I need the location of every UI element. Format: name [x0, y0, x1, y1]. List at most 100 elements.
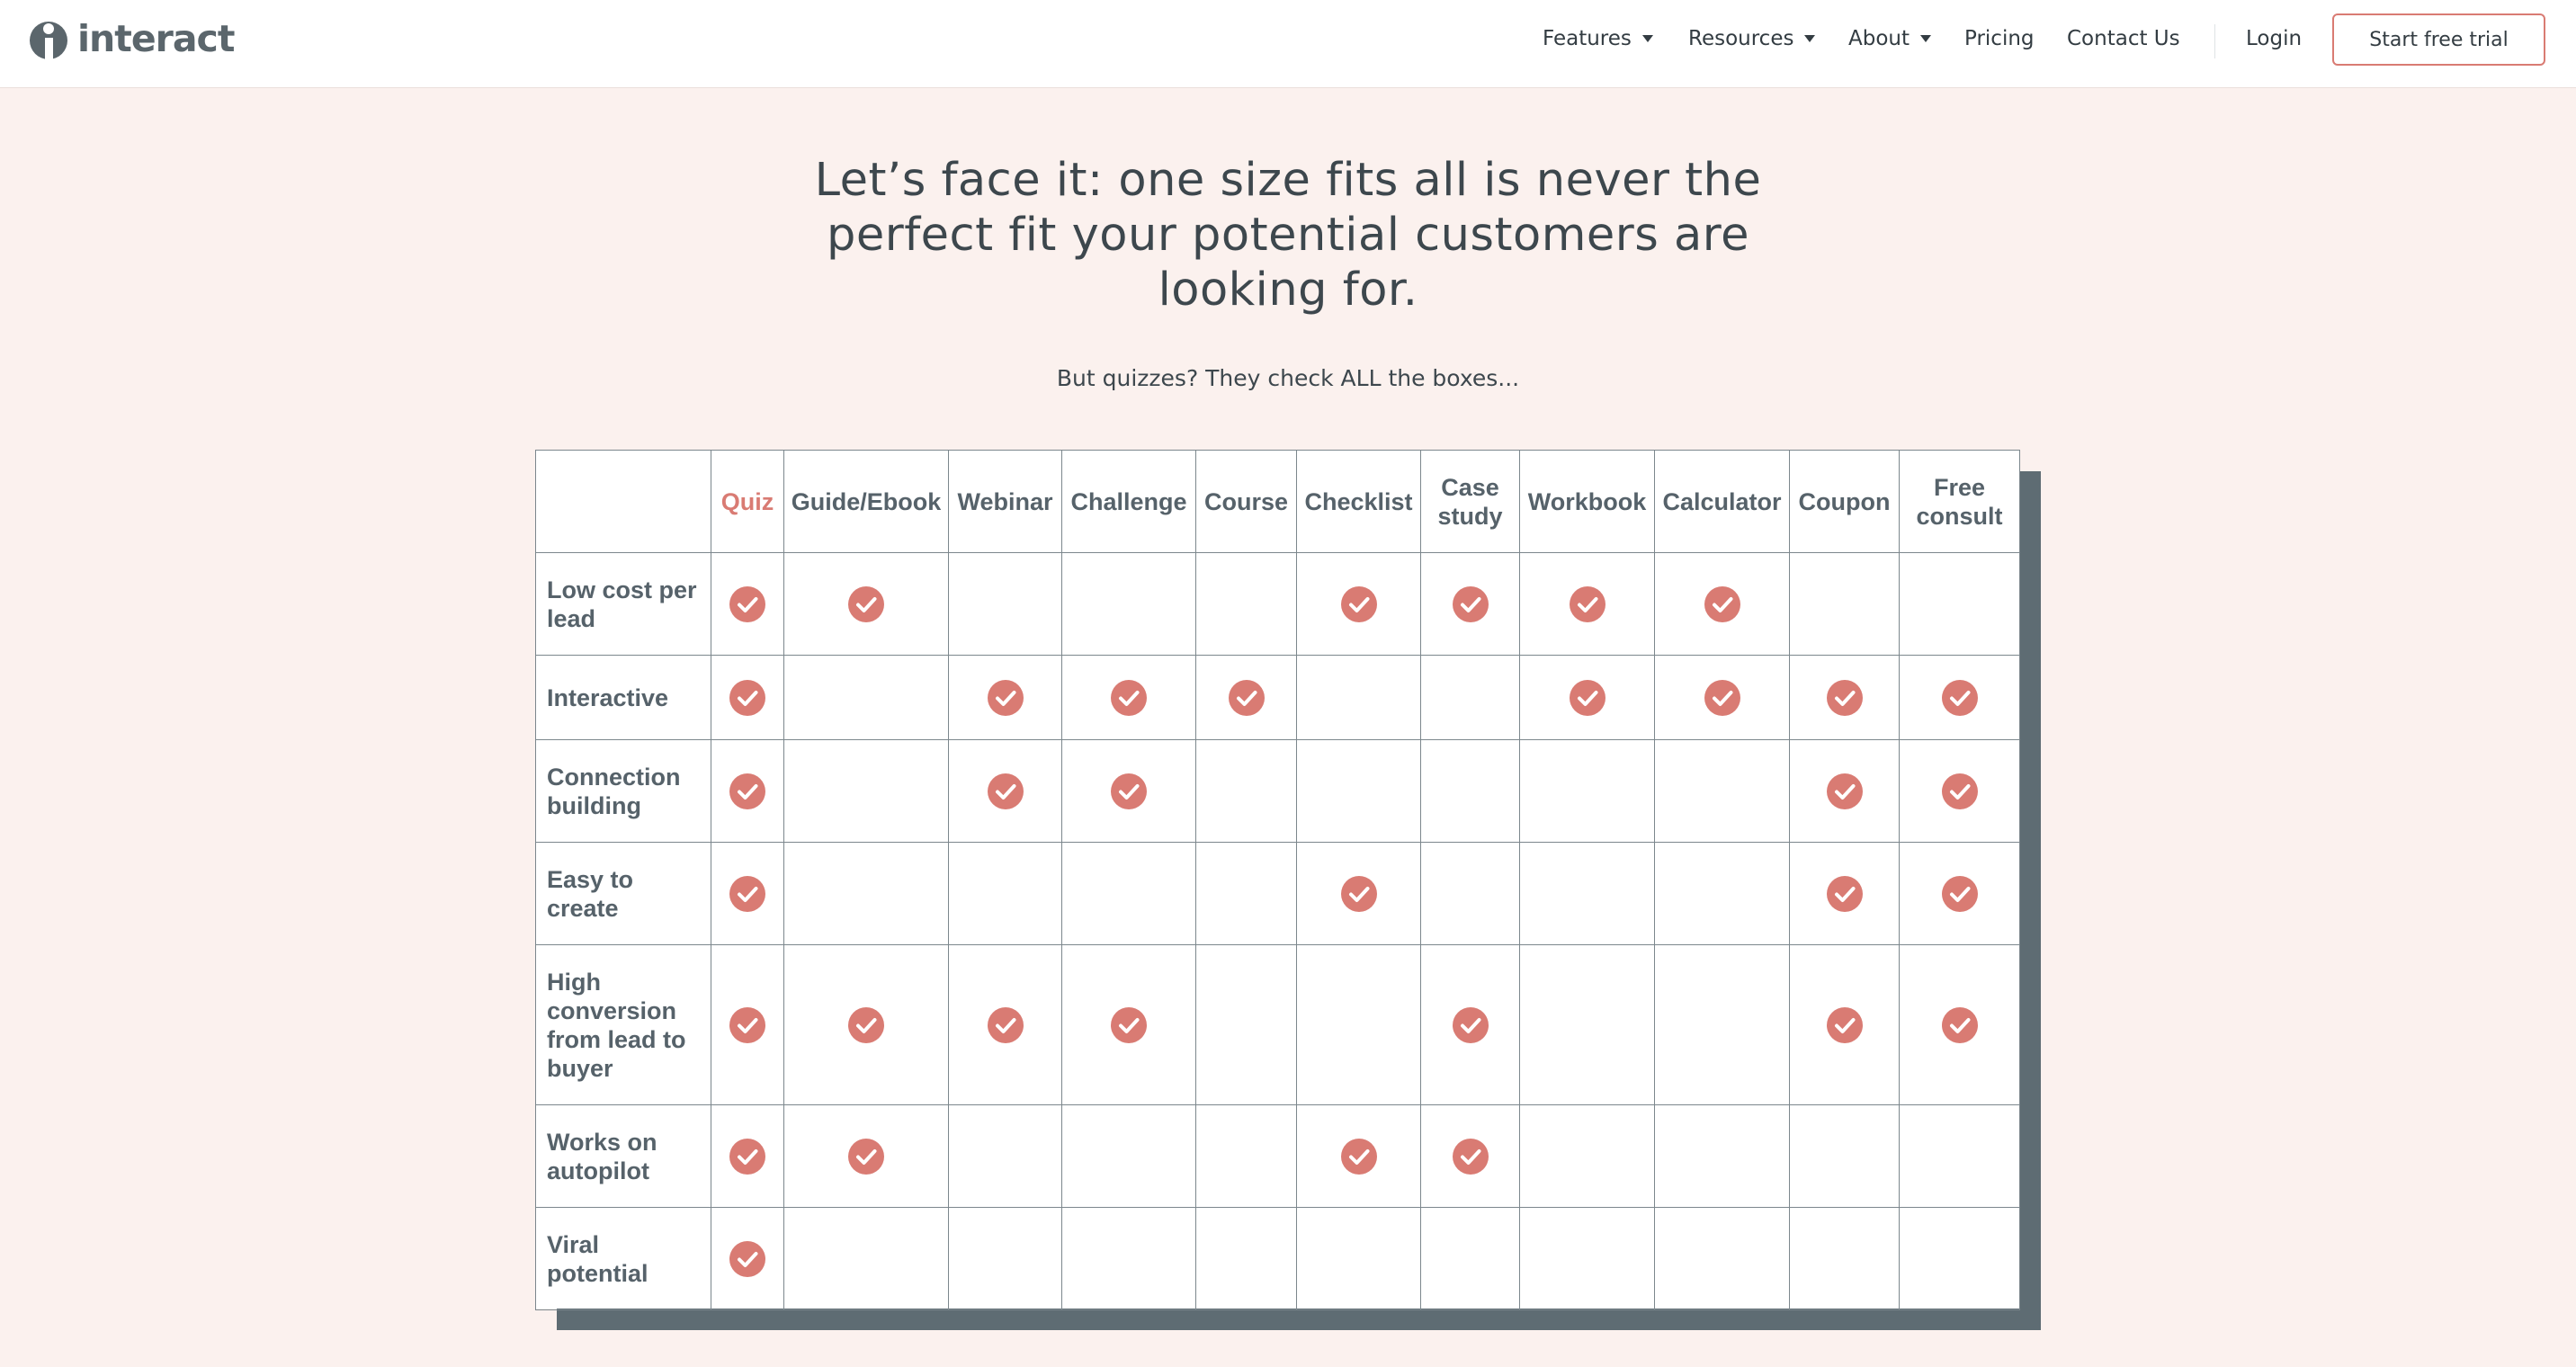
check-circle-icon: [1452, 1006, 1489, 1043]
table-cell: [711, 1207, 784, 1310]
table-cell: [1654, 842, 1790, 945]
table-cell: [1061, 552, 1196, 656]
nav-features-label: Features: [1543, 27, 1632, 50]
table-cell: [1195, 842, 1297, 945]
table-cell: [783, 944, 949, 1105]
table-cell: [1061, 944, 1196, 1105]
nav-pricing-label: Pricing: [1964, 27, 2035, 50]
nav-features[interactable]: Features: [1543, 27, 1653, 50]
table-cell: [948, 739, 1062, 843]
table-cell: [1789, 739, 1900, 843]
column-header-coupon: Coupon: [1789, 450, 1900, 553]
table-cell: [783, 1104, 949, 1208]
table-cell: [1654, 1104, 1790, 1208]
table-cell: [783, 552, 949, 656]
check-circle-icon: [1941, 1006, 1978, 1043]
check-circle-icon: [848, 1006, 884, 1043]
table-cell: [1296, 552, 1421, 656]
row-label: Interactive: [535, 655, 711, 740]
table-row: Interactive: [535, 655, 2020, 740]
table-cell: [948, 1207, 1062, 1310]
nav-divider: [2214, 24, 2215, 58]
column-header-guide-ebook: Guide/Ebook: [783, 450, 949, 553]
table-cell: [1789, 944, 1900, 1105]
column-header-calculator: Calculator: [1654, 450, 1790, 553]
check-circle-icon: [1340, 585, 1377, 622]
nav-pricing[interactable]: Pricing: [1964, 27, 2035, 50]
start-free-trial-button[interactable]: Start free trial: [2332, 13, 2545, 66]
table-cell: [1654, 944, 1790, 1105]
check-circle-icon: [1941, 875, 1978, 912]
table-row: Works on autopilot: [535, 1104, 2020, 1208]
nav-about[interactable]: About: [1848, 27, 1932, 50]
table-cell: [711, 739, 784, 843]
headline-line-3: looking for.: [1158, 264, 1418, 317]
caret-down-icon: [1920, 35, 1932, 42]
table-cell: [1789, 1104, 1900, 1208]
table-cell: [1789, 842, 1900, 945]
table-row: High conversion from lead to buyer: [535, 944, 2020, 1105]
check-circle-icon: [848, 585, 884, 622]
row-label: Works on autopilot: [535, 1104, 711, 1208]
column-header-challenge: Challenge: [1061, 450, 1196, 553]
table-header-row: Quiz Guide/Ebook Webinar Challenge Course Che…: [535, 450, 2020, 553]
check-circle-icon: [1569, 585, 1606, 622]
table-cell: [1420, 944, 1520, 1105]
table-cell: [948, 1104, 1062, 1208]
login-link[interactable]: Login: [2246, 27, 2302, 50]
table-cell: [783, 842, 949, 945]
table-row: Easy to create: [535, 842, 2020, 945]
table-cell: [1899, 552, 2020, 656]
table-cell: [1061, 655, 1196, 740]
table-cell: [711, 552, 784, 656]
hero-headline: Let’s face it: one size fits all is neve…: [748, 153, 1828, 317]
check-circle-icon: [1941, 679, 1978, 716]
check-circle-icon: [987, 1006, 1024, 1043]
table-cell: [1519, 1104, 1655, 1208]
check-circle-icon: [1228, 679, 1265, 716]
check-circle-icon: [1826, 773, 1863, 809]
table-cell: [1420, 655, 1520, 740]
table-cell: [1195, 655, 1297, 740]
logo-mark-icon: [30, 22, 67, 63]
comparison-table-card: Quiz Guide/Ebook Webinar Challenge Course Che…: [535, 450, 2020, 1310]
table-cell: [1899, 739, 2020, 843]
table-cell: [948, 655, 1062, 740]
check-circle-icon: [729, 875, 765, 912]
table-cell: [1789, 655, 1900, 740]
check-circle-icon: [987, 773, 1024, 809]
site-header: interact Features Resources About Pricin…: [0, 0, 2576, 88]
nav-resources-label: Resources: [1688, 27, 1794, 50]
table-cell: [1420, 842, 1520, 945]
check-circle-icon: [729, 679, 765, 716]
nav-resources[interactable]: Resources: [1688, 27, 1816, 50]
check-circle-icon: [1569, 679, 1606, 716]
caret-down-icon: [1804, 35, 1816, 42]
table-cell: [1195, 1104, 1297, 1208]
table-body: Low cost per lead Interactive Connection b…: [535, 552, 2020, 1310]
table-cell: [711, 944, 784, 1105]
check-circle-icon: [1941, 773, 1978, 809]
nav-contact[interactable]: Contact Us: [2067, 27, 2180, 50]
table-cell: [1420, 552, 1520, 656]
table-row: Viral potential: [535, 1207, 2020, 1310]
table-cell: [1195, 944, 1297, 1105]
table-cell: [1519, 655, 1655, 740]
table-cell: [1296, 842, 1421, 945]
table-cell: [1296, 739, 1421, 843]
check-circle-icon: [729, 773, 765, 809]
headline-line-1: Let’s face it: one size fits all is neve…: [814, 154, 1762, 207]
table-corner-cell: [535, 450, 711, 553]
interact-logo[interactable]: interact: [29, 16, 235, 65]
row-label: Connection building: [535, 739, 711, 843]
table-cell: [1654, 739, 1790, 843]
table-cell: [1899, 944, 2020, 1105]
row-label: Easy to create: [535, 842, 711, 945]
check-circle-icon: [1111, 773, 1147, 809]
table-cell: [783, 655, 949, 740]
table-row: Low cost per lead: [535, 552, 2020, 656]
table-cell: [1420, 739, 1520, 843]
table-cell: [1296, 655, 1421, 740]
check-circle-icon: [1452, 585, 1489, 622]
login-label: Login: [2246, 27, 2303, 50]
